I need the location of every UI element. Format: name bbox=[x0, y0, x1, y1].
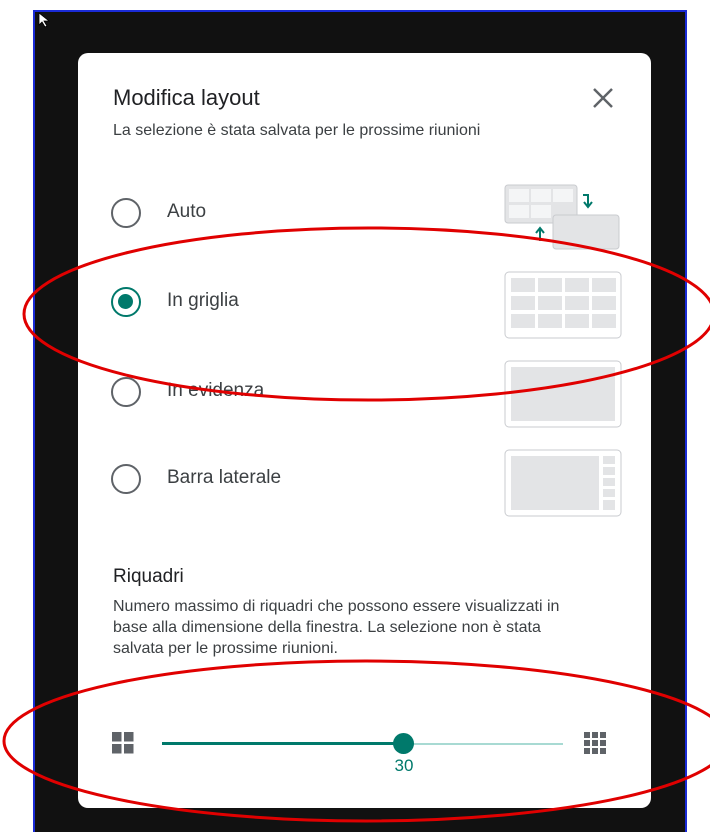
spotlight-layout-icon bbox=[504, 360, 622, 428]
tiles-slider[interactable]: 30 bbox=[108, 718, 628, 775]
slider-value: 30 bbox=[394, 756, 414, 775]
edit-layout-dialog: Modifica layout La selezione è stata sal… bbox=[78, 53, 651, 808]
option-label-grid: In griglia bbox=[167, 290, 239, 311]
option-label-sidebar: Barra laterale bbox=[167, 467, 282, 488]
slider-track-filled bbox=[162, 742, 404, 745]
mouse-cursor-icon bbox=[38, 12, 51, 28]
radio-sidebar[interactable] bbox=[111, 464, 141, 494]
radio-grid[interactable] bbox=[111, 287, 141, 317]
layout-option-spotlight[interactable]: In evidenza bbox=[108, 359, 623, 429]
radio-spotlight[interactable] bbox=[111, 377, 141, 407]
tiles-section-title: Riquadri bbox=[113, 566, 184, 587]
many-tiles-icon bbox=[584, 732, 606, 754]
slider-track-empty bbox=[404, 743, 563, 745]
option-label-spotlight: In evidenza bbox=[167, 380, 265, 401]
auto-layout-icon bbox=[504, 184, 620, 250]
tiles-section-description: Numero massimo di riquadri che possono e… bbox=[113, 598, 560, 657]
dialog-title: Modifica layout bbox=[113, 85, 260, 110]
close-icon[interactable] bbox=[586, 81, 620, 115]
layout-option-sidebar[interactable]: Barra laterale bbox=[108, 446, 623, 517]
dialog-subtitle: La selezione è stata salvata per le pros… bbox=[113, 122, 481, 139]
layout-option-grid[interactable]: In griglia bbox=[108, 269, 623, 339]
grid-layout-icon bbox=[504, 271, 622, 339]
sidebar-layout-icon bbox=[504, 449, 622, 517]
few-tiles-icon bbox=[112, 732, 134, 754]
layout-option-auto[interactable]: Auto bbox=[108, 180, 623, 250]
slider-thumb[interactable] bbox=[393, 733, 414, 754]
radio-auto[interactable] bbox=[111, 198, 141, 228]
option-label-auto: Auto bbox=[167, 201, 207, 222]
